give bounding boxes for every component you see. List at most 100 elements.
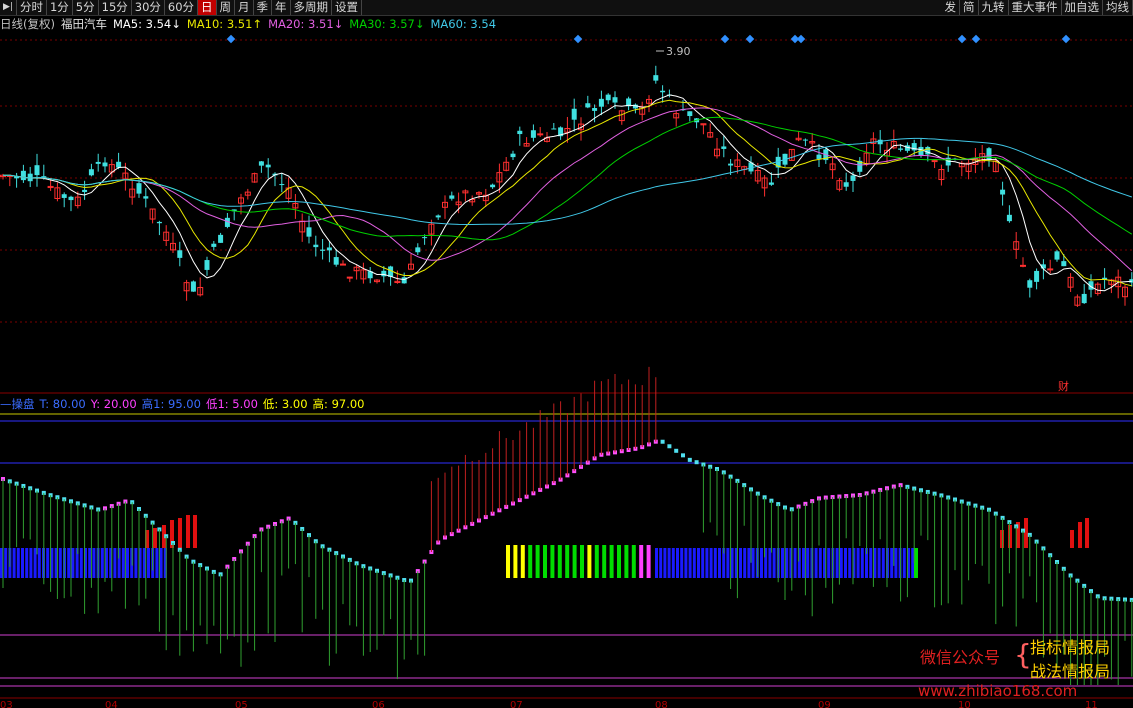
red-block-4 (178, 518, 182, 548)
oversold-bar (781, 548, 784, 578)
date-tick-2: 05 (235, 700, 248, 708)
candle-body (143, 196, 149, 199)
candle-body (190, 281, 196, 292)
signal-bar-12 (594, 545, 599, 578)
signal-bar-11 (587, 545, 592, 578)
candle-body (1061, 261, 1067, 267)
oversold-bar (718, 548, 721, 578)
oversold-bar (869, 548, 873, 578)
signal-diamond-0 (226, 34, 236, 44)
signal-bar-13 (602, 545, 607, 578)
oversold-bar (4, 548, 8, 578)
signal-diamond-3 (745, 34, 755, 44)
red-block-b1 (1008, 525, 1012, 548)
date-tick-7: 10 (958, 700, 971, 708)
signal-diamond-2 (720, 34, 730, 44)
oversold-bar (747, 548, 751, 578)
candle-body (612, 97, 618, 103)
candle-body (340, 263, 346, 266)
signal-diamond-1 (573, 34, 583, 44)
oversold-bar (705, 548, 709, 578)
date-tick-1: 04 (105, 700, 118, 708)
oversold-bar (126, 548, 129, 578)
oversold-bar (848, 548, 852, 578)
osc-dot (681, 453, 685, 458)
oversold-bar (827, 548, 831, 578)
oversold-bar (692, 548, 696, 578)
candle-body (422, 237, 428, 239)
oversold-bar (684, 548, 688, 578)
oversold-bar (92, 548, 96, 578)
red-block-b6 (1085, 518, 1089, 548)
date-tick-8: 11 (1085, 700, 1098, 708)
signal-bar-9 (572, 545, 577, 578)
candle-body (82, 189, 88, 193)
candle-body (116, 161, 122, 168)
oversold-bar (676, 548, 679, 578)
oversold-bar (760, 548, 763, 578)
oversold-bar (671, 548, 675, 578)
oversold-bar (88, 548, 92, 578)
fin-marker: 财 (1058, 379, 1069, 393)
oversold-bar (12, 548, 16, 578)
osc-dot (674, 448, 679, 453)
oversold-bar (155, 548, 159, 578)
signal-bar-19 (646, 545, 651, 578)
oversold-bar (655, 548, 658, 578)
signal-bar-5 (543, 545, 547, 578)
candle-body (571, 108, 577, 120)
oversold-bar (743, 548, 747, 578)
candle-body (585, 103, 591, 108)
oversold-bar (79, 548, 83, 578)
oversold-bar (701, 548, 705, 578)
oversold-bar (739, 548, 742, 578)
candle-body (34, 165, 40, 176)
signal-bar-10 (580, 545, 584, 578)
candle-body (490, 184, 496, 188)
oversold-bar (680, 548, 684, 578)
candle-body (850, 175, 856, 181)
osc-dot (667, 444, 672, 449)
oversold-bar (839, 548, 843, 578)
signal-diamond-8 (1061, 34, 1071, 44)
candle-body (592, 108, 598, 111)
candle-body (816, 154, 822, 159)
watermark-line1: 指标情报局 (1030, 638, 1111, 657)
candle-body (61, 194, 67, 198)
oversold-bar (709, 548, 713, 578)
candle-body (258, 161, 264, 166)
ma60-line (2, 137, 1132, 225)
signal-bar-3 (528, 545, 533, 578)
oversold-bar (818, 548, 822, 578)
candle-body (313, 244, 319, 248)
candle-body (1006, 214, 1012, 222)
oversold-bar (814, 548, 818, 578)
oversold-bar (726, 548, 730, 578)
candle-body (265, 164, 271, 168)
oversold-bar (806, 548, 810, 578)
signal-bar-6 (550, 545, 555, 578)
date-tick-5: 08 (655, 700, 668, 708)
oversold-bar (894, 548, 898, 578)
candle-body (381, 270, 387, 277)
candle-body (931, 160, 938, 163)
candle-body (802, 139, 808, 141)
candle-body (660, 90, 666, 93)
candle-body (925, 146, 931, 155)
oversold-bar (697, 548, 700, 578)
candle-body (279, 184, 285, 186)
oversold-bar (659, 548, 663, 578)
candle-body (728, 163, 734, 166)
candle-body (88, 169, 94, 176)
high-marker-value: 3.90 (666, 45, 691, 58)
candle-body (721, 146, 727, 149)
signal-bar-14 (609, 545, 614, 578)
oversold-bar (881, 548, 885, 578)
candle-body (326, 247, 332, 251)
signal-bar-8 (565, 545, 570, 578)
candle-body (136, 183, 142, 194)
oversold-bar (37, 548, 41, 578)
oversold-bar (793, 548, 797, 578)
candle-body (1054, 251, 1060, 260)
oversold-bar (860, 548, 864, 578)
